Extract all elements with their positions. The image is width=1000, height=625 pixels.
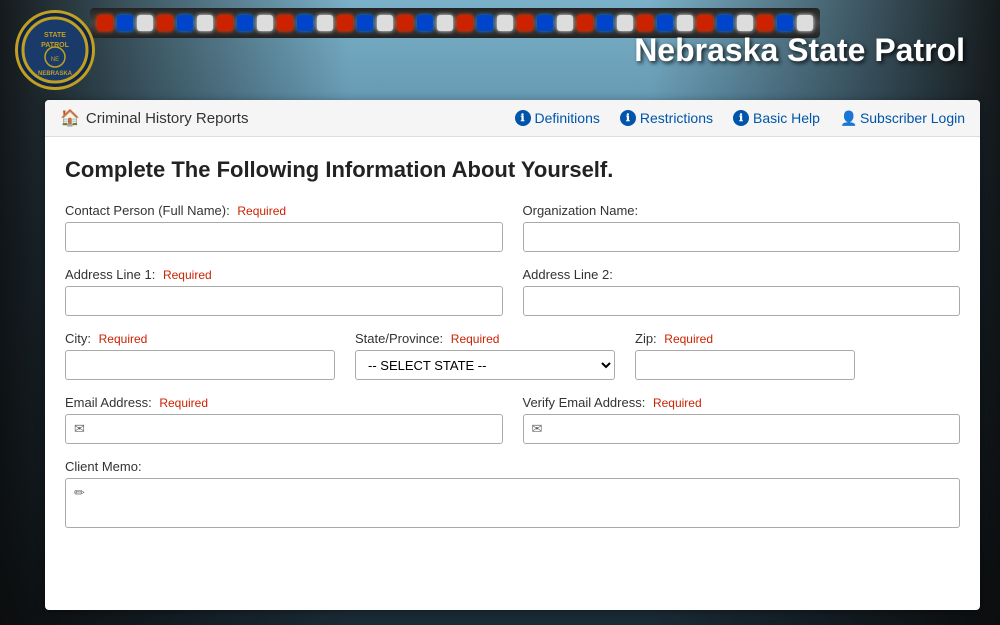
address2-input[interactable] bbox=[523, 286, 961, 316]
client-memo-input[interactable] bbox=[91, 485, 951, 521]
zip-group: Zip: Required bbox=[635, 331, 855, 380]
restrictions-label: Restrictions bbox=[640, 110, 713, 126]
logo: STATE PATROL NE NEBRASKA bbox=[15, 10, 95, 90]
zip-label: Zip: Required bbox=[635, 331, 855, 346]
email-group: Email Address: Required ✉ bbox=[65, 395, 503, 444]
header-title: Nebraska State Patrol bbox=[95, 32, 985, 69]
city-label: City: Required bbox=[65, 331, 335, 346]
nav-bar: 🏠 Criminal History Reports ℹ Definitions… bbox=[45, 100, 980, 137]
email-input[interactable] bbox=[91, 422, 494, 437]
form-row-2: Address Line 1: Required Address Line 2: bbox=[65, 267, 960, 316]
state-select[interactable]: -- SELECT STATE -- ALAKAZAR CACOCTDE FLG… bbox=[355, 350, 615, 380]
verify-email-label: Verify Email Address: Required bbox=[523, 395, 961, 410]
email-required: Required bbox=[159, 396, 208, 410]
nav-links: ℹ Definitions ℹ Restrictions ℹ Basic Hel… bbox=[515, 110, 966, 126]
org-name-group: Organization Name: bbox=[523, 203, 961, 252]
email-icon: ✉ bbox=[74, 421, 85, 437]
address1-label: Address Line 1: Required bbox=[65, 267, 503, 282]
address1-required: Required bbox=[163, 268, 212, 282]
subscriber-login-label: Subscriber Login bbox=[860, 110, 965, 126]
client-memo-label: Client Memo: bbox=[65, 459, 960, 474]
breadcrumb: 🏠 Criminal History Reports bbox=[60, 108, 248, 128]
city-input[interactable] bbox=[65, 350, 335, 380]
svg-text:NEBRASKA: NEBRASKA bbox=[38, 71, 73, 77]
verify-email-icon: ✉ bbox=[532, 421, 543, 437]
email-input-wrapper: ✉ bbox=[65, 414, 503, 444]
basic-help-icon: ℹ bbox=[733, 110, 749, 126]
pencil-icon: ✏ bbox=[74, 485, 85, 521]
form-row-1: Contact Person (Full Name): Required Org… bbox=[65, 203, 960, 252]
contact-person-label: Contact Person (Full Name): Required bbox=[65, 203, 503, 218]
state-group: State/Province: Required -- SELECT STATE… bbox=[355, 331, 615, 380]
basic-help-label: Basic Help bbox=[753, 110, 820, 126]
verify-email-input[interactable] bbox=[548, 422, 951, 437]
header: STATE PATROL NE NEBRASKA Nebraska State … bbox=[0, 0, 1000, 100]
city-group: City: Required bbox=[65, 331, 335, 380]
definitions-link[interactable]: ℹ Definitions bbox=[515, 110, 600, 126]
form-row-5: Client Memo: ✏ bbox=[65, 459, 960, 528]
home-icon[interactable]: 🏠 bbox=[60, 108, 80, 128]
person-icon: 👤 bbox=[840, 110, 856, 126]
svg-text:NE: NE bbox=[51, 57, 59, 63]
contact-person-input[interactable] bbox=[65, 222, 503, 252]
city-required: Required bbox=[99, 332, 148, 346]
form-title: Complete The Following Information About… bbox=[65, 157, 960, 183]
email-label: Email Address: Required bbox=[65, 395, 503, 410]
client-memo-wrapper: ✏ bbox=[65, 478, 960, 528]
definitions-icon: ℹ bbox=[515, 110, 531, 126]
main-panel: 🏠 Criminal History Reports ℹ Definitions… bbox=[45, 100, 980, 610]
contact-person-group: Contact Person (Full Name): Required bbox=[65, 203, 503, 252]
contact-person-required: Required bbox=[237, 204, 286, 218]
definitions-label: Definitions bbox=[535, 110, 600, 126]
basic-help-link[interactable]: ℹ Basic Help bbox=[733, 110, 820, 126]
address2-group: Address Line 2: bbox=[523, 267, 961, 316]
logo-svg: STATE PATROL NE NEBRASKA bbox=[20, 15, 90, 85]
zip-input[interactable] bbox=[635, 350, 855, 380]
form-row-4: Email Address: Required ✉ Verify Email A… bbox=[65, 395, 960, 444]
address1-group: Address Line 1: Required bbox=[65, 267, 503, 316]
svg-text:STATE: STATE bbox=[44, 32, 66, 39]
form-row-3: City: Required State/Province: Required … bbox=[65, 331, 960, 380]
org-name-input[interactable] bbox=[523, 222, 961, 252]
address1-input[interactable] bbox=[65, 286, 503, 316]
client-memo-group: Client Memo: ✏ bbox=[65, 459, 960, 528]
state-label: State/Province: Required bbox=[355, 331, 615, 346]
restrictions-link[interactable]: ℹ Restrictions bbox=[620, 110, 713, 126]
restrictions-icon: ℹ bbox=[620, 110, 636, 126]
verify-email-required: Required bbox=[653, 396, 702, 410]
org-name-label: Organization Name: bbox=[523, 203, 961, 218]
svg-text:PATROL: PATROL bbox=[41, 42, 69, 49]
zip-required: Required bbox=[664, 332, 713, 346]
breadcrumb-label: Criminal History Reports bbox=[86, 110, 249, 127]
verify-email-input-wrapper: ✉ bbox=[523, 414, 961, 444]
subscriber-login-link[interactable]: 👤 Subscriber Login bbox=[840, 110, 965, 126]
form-area: Complete The Following Information About… bbox=[45, 137, 980, 610]
address2-label: Address Line 2: bbox=[523, 267, 961, 282]
state-required: Required bbox=[451, 332, 500, 346]
verify-email-group: Verify Email Address: Required ✉ bbox=[523, 395, 961, 444]
